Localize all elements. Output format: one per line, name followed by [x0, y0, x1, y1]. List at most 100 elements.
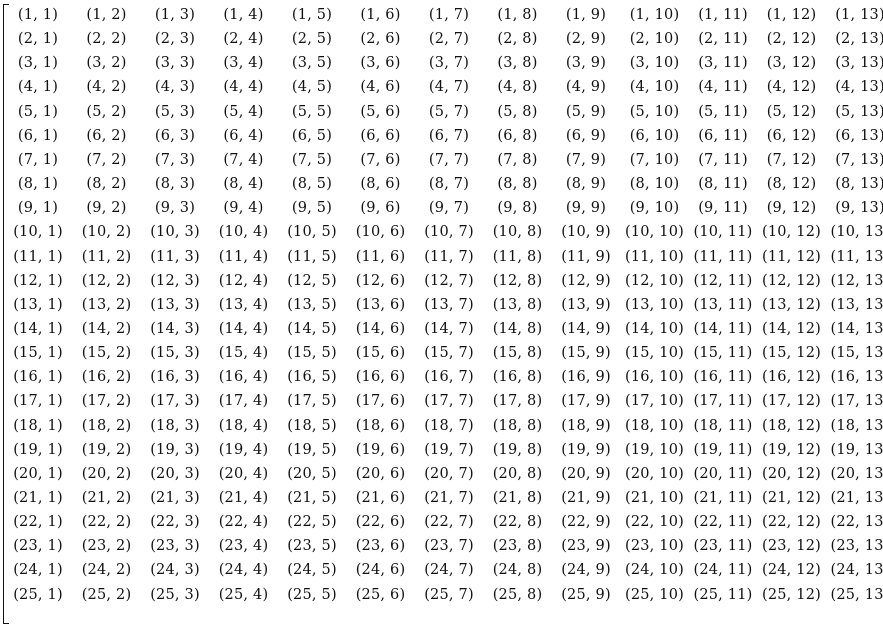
matrix-entry: (5, 8) [497, 103, 538, 120]
matrix-entry: (14, 1) [13, 320, 63, 337]
matrix-entry: (17, 5) [287, 393, 337, 410]
matrix-row: (2, 1) (2, 2) (2, 3) (2, 4) (2, 5) (2, 6) (2, … [0, 27, 883, 51]
matrix-entry: (3, 7) [428, 55, 470, 72]
matrix-entry: (6, 2) [86, 127, 127, 144]
matrix-entry: (6, 4) [223, 127, 264, 144]
matrix-entry: (9, 4) [223, 200, 264, 217]
matrix-entry: (21, 2) [81, 490, 132, 506]
matrix-entry: (20, 6) [355, 465, 406, 482]
matrix-entry: (17, 4) [218, 393, 269, 410]
matrix-entry: (18, 5) [287, 417, 337, 434]
matrix-entry: (22, 9) [561, 514, 611, 531]
matrix-entry: (9, 8) [497, 200, 538, 217]
matrix-entry: (19, 13) [830, 441, 883, 458]
matrix-row: (3, 1) (3, 2) (3, 3) (3, 4) (3, 5) (3, 6) (3, … [0, 51, 883, 75]
matrix-entry: (18, 3) [150, 417, 200, 434]
matrix-entry: (5, 10) [629, 103, 680, 120]
matrix-entry: (6, 12) [766, 127, 817, 144]
matrix-entry: (25, 7) [424, 586, 474, 603]
matrix-entry: (15, 1) [13, 345, 63, 362]
matrix-entry: (19, 10) [624, 441, 685, 458]
matrix-entry: (21, 4) [218, 490, 269, 506]
matrix-entry: (13, 8) [492, 296, 543, 313]
matrix-entry: (14, 13) [830, 320, 883, 337]
matrix-entry: (10, 3) [150, 224, 200, 241]
matrix-entry: (22, 1) [13, 514, 63, 531]
matrix-entry: (2, 10) [629, 31, 680, 48]
matrix-entry: (20, 11) [693, 465, 753, 482]
matrix-entry: (10, 11) [693, 224, 753, 241]
matrix-entry: (9, 6) [360, 200, 401, 217]
matrix-entry: (11, 2) [81, 248, 132, 265]
matrix-row: (23, 1) (23, 2) (23, 3) (23, 4) (23, 5) (23, … [0, 534, 883, 558]
matrix-entry: (12, 2) [81, 272, 132, 289]
matrix-entry: (10, 2) [81, 224, 132, 241]
matrix-entry: (2, 9) [565, 31, 607, 48]
matrix-entry: (13, 10) [624, 296, 685, 313]
matrix-entry: (8, 10) [629, 176, 680, 193]
matrix-entry: (22, 10) [624, 514, 685, 531]
matrix-entry: (17, 10) [624, 393, 685, 410]
matrix-entry: (4, 2) [86, 79, 127, 96]
matrix-entry: (14, 10) [624, 320, 685, 337]
matrix-entry: (16, 9) [561, 369, 611, 386]
matrix-entry: (21, 12) [761, 490, 822, 506]
matrix-entry: (22, 8) [492, 514, 543, 531]
matrix-entry: (18, 8) [492, 417, 543, 434]
matrix-entry: (18, 12) [761, 417, 822, 434]
matrix-entry: (1, 8) [497, 7, 538, 23]
matrix-grid: (1, 1) (1, 2) (1, 3) (1, 4) (1, 5) (1, 6) (1, … [0, 0, 883, 629]
matrix-entry: (1, 2) [86, 7, 127, 23]
matrix-entry: (19, 4) [218, 441, 269, 458]
matrix-entry: (10, 12) [761, 224, 822, 241]
matrix-entry: (18, 9) [561, 417, 611, 434]
matrix-entry: (7, 13) [835, 151, 883, 168]
matrix-row: (21, 1) (21, 2) (21, 3) (21, 4) (21, 5) (21, … [0, 486, 883, 510]
matrix-entry: (8, 3) [154, 176, 196, 193]
matrix-entry: (6, 3) [154, 127, 196, 144]
matrix-row: (24, 1) (24, 2) (24, 3) (24, 4) (24, 5) (24, … [0, 558, 883, 582]
matrix-entry: (19, 2) [81, 441, 132, 458]
matrix-entry: (4, 6) [360, 79, 401, 96]
matrix-entry: (24, 4) [218, 562, 269, 579]
matrix-entry: (14, 3) [150, 320, 200, 337]
matrix-entry: (24, 8) [492, 562, 543, 579]
matrix-entry: (11, 5) [287, 248, 337, 265]
matrix-entry: (21, 10) [624, 490, 685, 506]
matrix-entry: (14, 2) [81, 320, 132, 337]
matrix-entry: (25, 10) [624, 586, 685, 603]
matrix-entry: (18, 7) [424, 417, 474, 434]
matrix-entry: (4, 4) [223, 79, 264, 96]
matrix-entry: (17, 9) [561, 393, 611, 410]
matrix-entry: (20, 7) [424, 465, 474, 482]
matrix-entry: (11, 10) [624, 248, 685, 265]
matrix-row: (17, 1) (17, 2) (17, 3) (17, 4) (17, 5) (17, … [0, 389, 883, 413]
matrix-entry: (15, 2) [81, 345, 132, 362]
matrix-entry: (1, 9) [565, 7, 607, 23]
matrix-entry: (1, 13) [835, 7, 883, 23]
matrix-entry: (8, 9) [565, 176, 607, 193]
matrix-entry: (23, 10) [624, 538, 685, 555]
matrix-entry: (23, 13) [830, 538, 883, 555]
matrix-entry: (2, 1) [17, 31, 59, 48]
matrix-entry: (18, 4) [218, 417, 269, 434]
matrix-entry: (7, 3) [154, 151, 196, 168]
matrix-entry: (7, 12) [766, 151, 817, 168]
matrix-entry: (24, 9) [561, 562, 611, 579]
matrix-row: (12, 1) (12, 2) (12, 3) (12, 4) (12, 5) (12, … [0, 269, 883, 293]
matrix-entry: (9, 5) [291, 200, 333, 217]
matrix-entry: (13, 11) [693, 296, 753, 313]
matrix-entry: (5, 11) [698, 103, 748, 120]
matrix-entry: (23, 3) [150, 538, 200, 555]
matrix-entry: (7, 5) [291, 151, 333, 168]
matrix-entry: (16, 3) [150, 369, 200, 386]
matrix-entry: (13, 12) [761, 296, 822, 313]
matrix-entry: (15, 6) [355, 345, 406, 362]
matrix-entry: (12, 5) [287, 272, 337, 289]
matrix-entry: (21, 1) [13, 490, 63, 506]
matrix-entry: (21, 3) [150, 490, 200, 506]
matrix-entry: (12, 10) [624, 272, 685, 289]
matrix-entry: (12, 1) [13, 272, 63, 289]
matrix-entry: (21, 13) [830, 490, 883, 506]
matrix-entry: (23, 4) [218, 538, 269, 555]
